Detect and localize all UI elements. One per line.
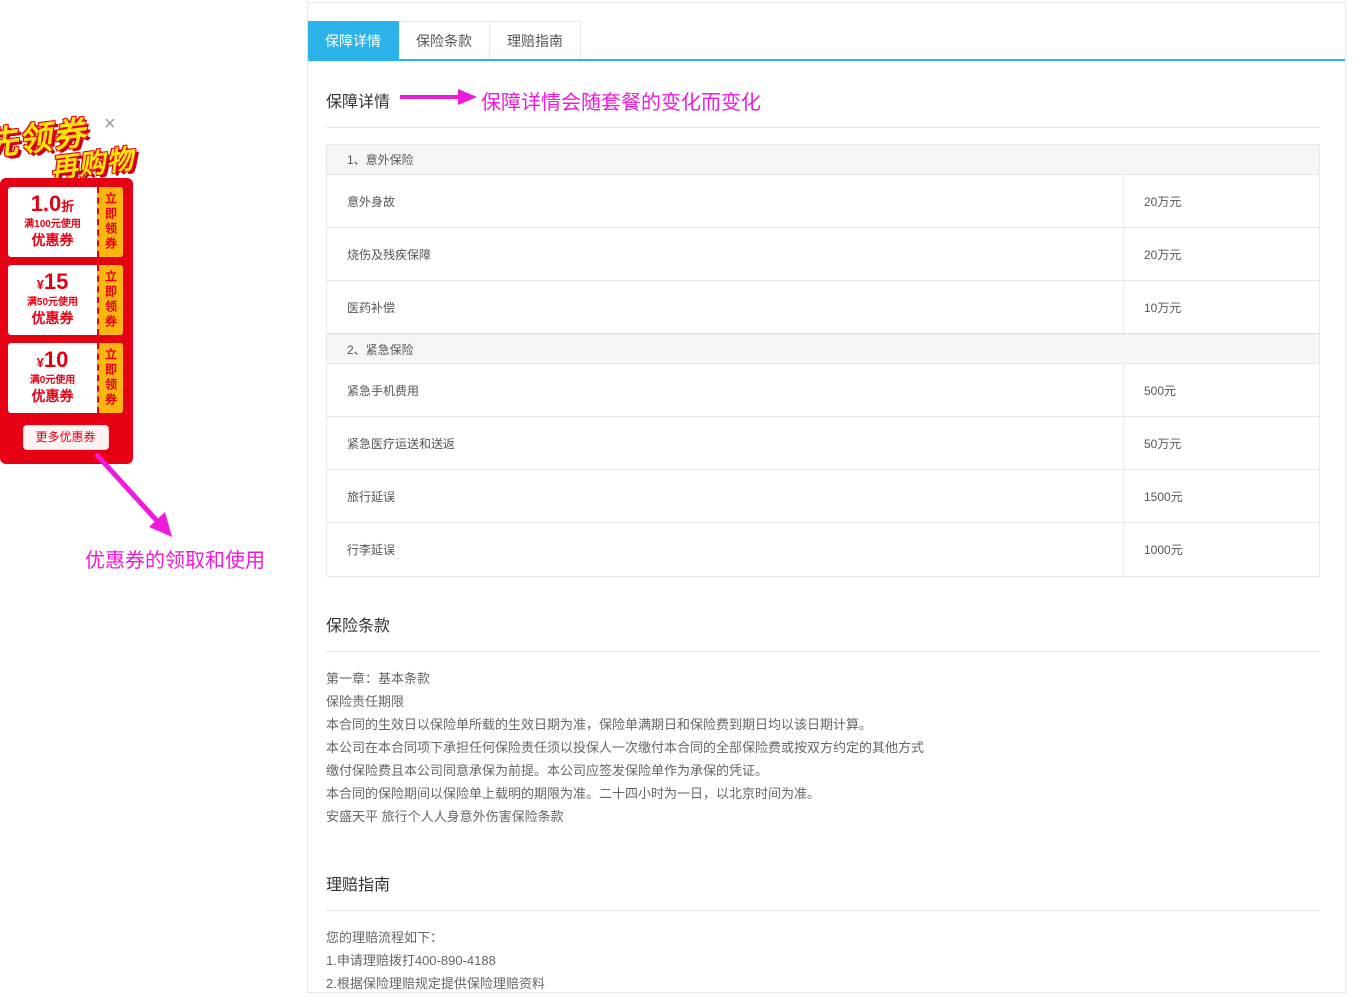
section-title-clauses: 保险条款 [326,612,1320,652]
close-icon[interactable]: × [104,114,116,134]
coverage-value: 20万元 [1123,175,1319,227]
coverage-value: 1500元 [1123,470,1319,522]
clause-line: 本公司在本合同项下承担任何保险责任须以投保人一次缴付本合同的全部保险费或按双方约… [326,736,1320,759]
claims-line: 2.根据保险理赔规定提供保险理赔资料 [326,972,1320,995]
section-title-claims: 理赔指南 [326,871,1320,911]
coupon-amount: 1.0 [31,191,62,216]
coverage-annotation-text: 保障详情会随套餐的变化而变化 [481,86,761,115]
coverage-label: 烧伤及残疾保障 [327,228,1123,280]
coupon-currency: ¥ [37,355,44,370]
table-group-header: 1、意外保险 [327,145,1319,175]
coupon-amount: 15 [44,269,68,294]
coverage-value: 10万元 [1123,281,1319,333]
table-group-header: 2、紧急保险 [327,334,1319,364]
coverage-label: 意外身故 [327,175,1123,227]
table-row: 紧急手机费用 500元 [327,364,1319,417]
coupon-card[interactable]: ¥15 满50元使用 优惠券 立即领券 [8,265,123,335]
coverage-label: 医药补偿 [327,281,1123,333]
coupon-info: 1.0折 满100元使用 优惠券 [8,187,97,257]
coupon-panel: 1.0折 满100元使用 优惠券 立即领券 ¥15 满50元使用 优惠券 立即领… [0,178,133,464]
table-row: 意外身故 20万元 [327,175,1319,228]
coverage-label: 旅行延误 [327,470,1123,522]
claim-coupon-label: 立即领券 [103,270,120,330]
table-row: 行李延误 1000元 [327,523,1319,576]
claims-line: 1.申请理赔拨打400-890-4188 [326,949,1320,972]
coupon-unit: 折 [61,199,74,214]
tab-insurance-clauses[interactable]: 保险条款 [399,21,490,59]
coverage-label: 紧急手机费用 [327,364,1123,416]
coupon-popup: 先领券 再购物 × 1.0折 满100元使用 优惠券 立即领券 ¥15 满50元… [0,108,145,468]
coverage-label: 紧急医疗运送和送返 [327,417,1123,469]
more-coupons-button[interactable]: 更多优惠券 [23,425,109,450]
coupon-name: 优惠券 [8,231,97,249]
coupon-name: 优惠券 [8,387,97,405]
clause-line: 本合同的生效日以保险单所载的生效日期为准，保险单满期日和保险费到期日均以该日期计… [326,713,1320,736]
table-row: 烧伤及残疾保障 20万元 [327,228,1319,281]
clause-line: 第一章：基本条款 [326,667,1320,690]
clauses-text: 第一章：基本条款 保险责任期限 本合同的生效日以保险单所载的生效日期为准，保险单… [326,667,1320,828]
coupon-info: ¥15 满50元使用 优惠券 [8,265,97,335]
coupon-name: 优惠券 [8,309,97,327]
coupon-annotation-text: 优惠券的领取和使用 [85,544,265,573]
coverage-table: 1、意外保险 意外身故 20万元 烧伤及残疾保障 20万元 医药补偿 10万元 … [326,144,1320,577]
annotation-arrow-icon [86,448,182,544]
coupon-condition: 满0元使用 [8,375,97,387]
tab-coverage-detail[interactable]: 保障详情 [308,21,399,59]
product-detail-card: 保障详情 保险条款 理赔指南 保障详情 1、意外保险 意外身故 20万元 烧伤及… [307,2,1346,993]
clause-line: 本合同的保险期间以保险单上载明的期限为准。二十四小时为一日，以北京时间为准。 [326,782,1320,805]
coverage-value: 1000元 [1123,523,1319,576]
claims-line: 您的理赔流程如下： [326,926,1320,949]
coupon-currency: ¥ [37,277,44,292]
claim-coupon-button[interactable]: 立即领券 [97,343,123,413]
tab-content: 保障详情 1、意外保险 意外身故 20万元 烧伤及残疾保障 20万元 医药补偿 … [308,88,1345,998]
clause-line: 缴付保险费且本公司同意承保为前提。本公司应签发保险单作为承保的凭证。 [326,759,1320,782]
coverage-value: 500元 [1123,364,1319,416]
claims-text: 您的理赔流程如下： 1.申请理赔拨打400-890-4188 2.根据保险理赔规… [326,926,1320,998]
coverage-value: 20万元 [1123,228,1319,280]
table-row: 医药补偿 10万元 [327,281,1319,334]
coupon-amount: 10 [44,347,68,372]
table-row: 紧急医疗运送和送返 50万元 [327,417,1319,470]
coupon-card[interactable]: ¥10 满0元使用 优惠券 立即领券 [8,343,123,413]
clause-line: 安盛天平 旅行个人人身意外伤害保险条款 [326,805,1320,828]
claim-coupon-button[interactable]: 立即领券 [97,187,123,257]
coupon-info: ¥10 满0元使用 优惠券 [8,343,97,413]
clause-line: 保险责任期限 [326,690,1320,713]
coverage-label: 行李延误 [327,523,1123,576]
claim-coupon-label: 立即领券 [103,348,120,408]
annotation-arrow-icon [398,88,480,106]
table-row: 旅行延误 1500元 [327,470,1319,523]
coupon-card[interactable]: 1.0折 满100元使用 优惠券 立即领券 [8,187,123,257]
coverage-value: 50万元 [1123,417,1319,469]
tab-bar: 保障详情 保险条款 理赔指南 [308,21,1345,61]
claim-coupon-button[interactable]: 立即领券 [97,265,123,335]
claim-coupon-label: 立即领券 [103,192,120,252]
coupon-condition: 满50元使用 [8,297,97,309]
tab-claims-guide[interactable]: 理赔指南 [490,21,581,59]
coupon-condition: 满100元使用 [8,219,97,231]
